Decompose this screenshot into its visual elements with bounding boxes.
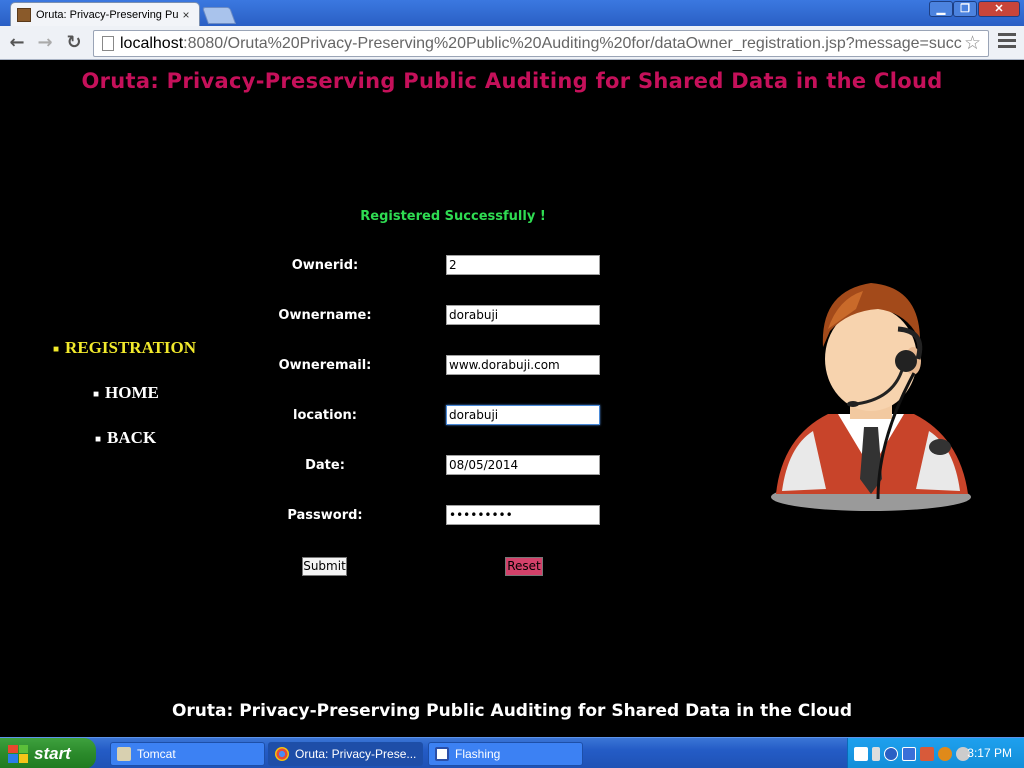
location-input[interactable]: [446, 405, 600, 425]
support-agent-avatar-icon: [771, 283, 971, 511]
tomcat-icon: [117, 747, 131, 761]
clock: 3:17 PM: [967, 746, 1012, 760]
flashing-icon: [435, 747, 449, 761]
page-content: Oruta: Privacy-Preserving Public Auditin…: [0, 61, 1024, 737]
network-icon[interactable]: [872, 746, 880, 761]
system-tray: 3:17 PM: [847, 738, 1024, 768]
submit-button[interactable]: Submit: [302, 557, 347, 576]
location-label: location:: [293, 408, 357, 423]
reset-button[interactable]: Reset: [505, 557, 543, 576]
chrome-icon: [275, 747, 289, 761]
screen: Oruta: Privacy-Preserving Pu × ▁ ❐ ✕ ← →…: [0, 0, 1024, 768]
owneremail-label: Owneremail:: [278, 358, 372, 373]
taskbar-item-chrome[interactable]: Oruta: Privacy-Prese...: [268, 742, 423, 766]
success-message: Registered Successfully !: [360, 209, 546, 224]
maximize-button[interactable]: ❐: [953, 1, 977, 17]
tab-close-icon[interactable]: ×: [179, 8, 193, 22]
password-label: Password:: [287, 508, 363, 523]
minimize-button[interactable]: ▁: [929, 1, 953, 17]
address-bar[interactable]: localhost:8080/Oruta%20Privacy-Preservin…: [93, 30, 989, 57]
reload-icon[interactable]: ↻: [63, 32, 85, 54]
nav-back-link[interactable]: ■ BACK: [95, 428, 156, 448]
browser-menu-icon[interactable]: [998, 33, 1016, 53]
nav-registration-link[interactable]: ■ REGISTRATION: [53, 338, 196, 358]
tab-title: Oruta: Privacy-Preserving Pu: [36, 8, 179, 21]
password-input[interactable]: [446, 505, 600, 525]
ownername-label: Ownername:: [278, 308, 372, 323]
bullet-icon: ■: [93, 388, 100, 400]
chevron-left-icon[interactable]: [884, 746, 898, 761]
browser-tab[interactable]: Oruta: Privacy-Preserving Pu ×: [10, 2, 200, 26]
close-window-button[interactable]: ✕: [978, 1, 1020, 17]
bullet-icon: ■: [53, 343, 60, 355]
bullet-icon: ■: [95, 433, 102, 445]
ownername-input[interactable]: [446, 305, 600, 325]
bookmark-star-icon[interactable]: ☆: [964, 32, 981, 54]
help-icon[interactable]: [854, 746, 868, 761]
monitor-icon[interactable]: [902, 746, 916, 761]
page-footer-title: Oruta: Privacy-Preserving Public Auditin…: [171, 701, 853, 721]
browser-titlebar: Oruta: Privacy-Preserving Pu × ▁ ❐ ✕: [0, 0, 1024, 26]
nav-home-link[interactable]: ■ HOME: [93, 383, 159, 403]
browser-toolbar: ← → ↻ localhost:8080/Oruta%20Privacy-Pre…: [0, 26, 1024, 60]
taskbar-item-tomcat[interactable]: Tomcat: [110, 742, 265, 766]
tab-favicon-icon: [17, 7, 31, 22]
windows-flag-icon: [8, 744, 28, 763]
owneremail-input[interactable]: [446, 355, 600, 375]
page-icon: [102, 36, 114, 51]
forward-icon[interactable]: →: [34, 32, 56, 54]
date-label: Date:: [305, 458, 345, 473]
app-tray-icon[interactable]: [920, 746, 934, 761]
url-host: localhost: [120, 34, 184, 52]
url-path: :8080/Oruta%20Privacy-Preserving%20Publi…: [183, 34, 962, 52]
ownerid-input[interactable]: [446, 255, 600, 275]
start-button[interactable]: start: [0, 738, 96, 768]
start-label: start: [34, 743, 71, 763]
back-icon[interactable]: ←: [6, 32, 28, 54]
taskbar: start Tomcat Oruta: Privacy-Prese... Fla…: [0, 737, 1024, 768]
date-input[interactable]: [446, 455, 600, 475]
new-tab-button[interactable]: [201, 7, 237, 24]
ownerid-label: Ownerid:: [291, 258, 359, 273]
security-icon[interactable]: [938, 746, 952, 761]
taskbar-item-flashing[interactable]: Flashing: [428, 742, 583, 766]
page-header-title: Oruta: Privacy-Preserving Public Auditin…: [81, 69, 943, 93]
